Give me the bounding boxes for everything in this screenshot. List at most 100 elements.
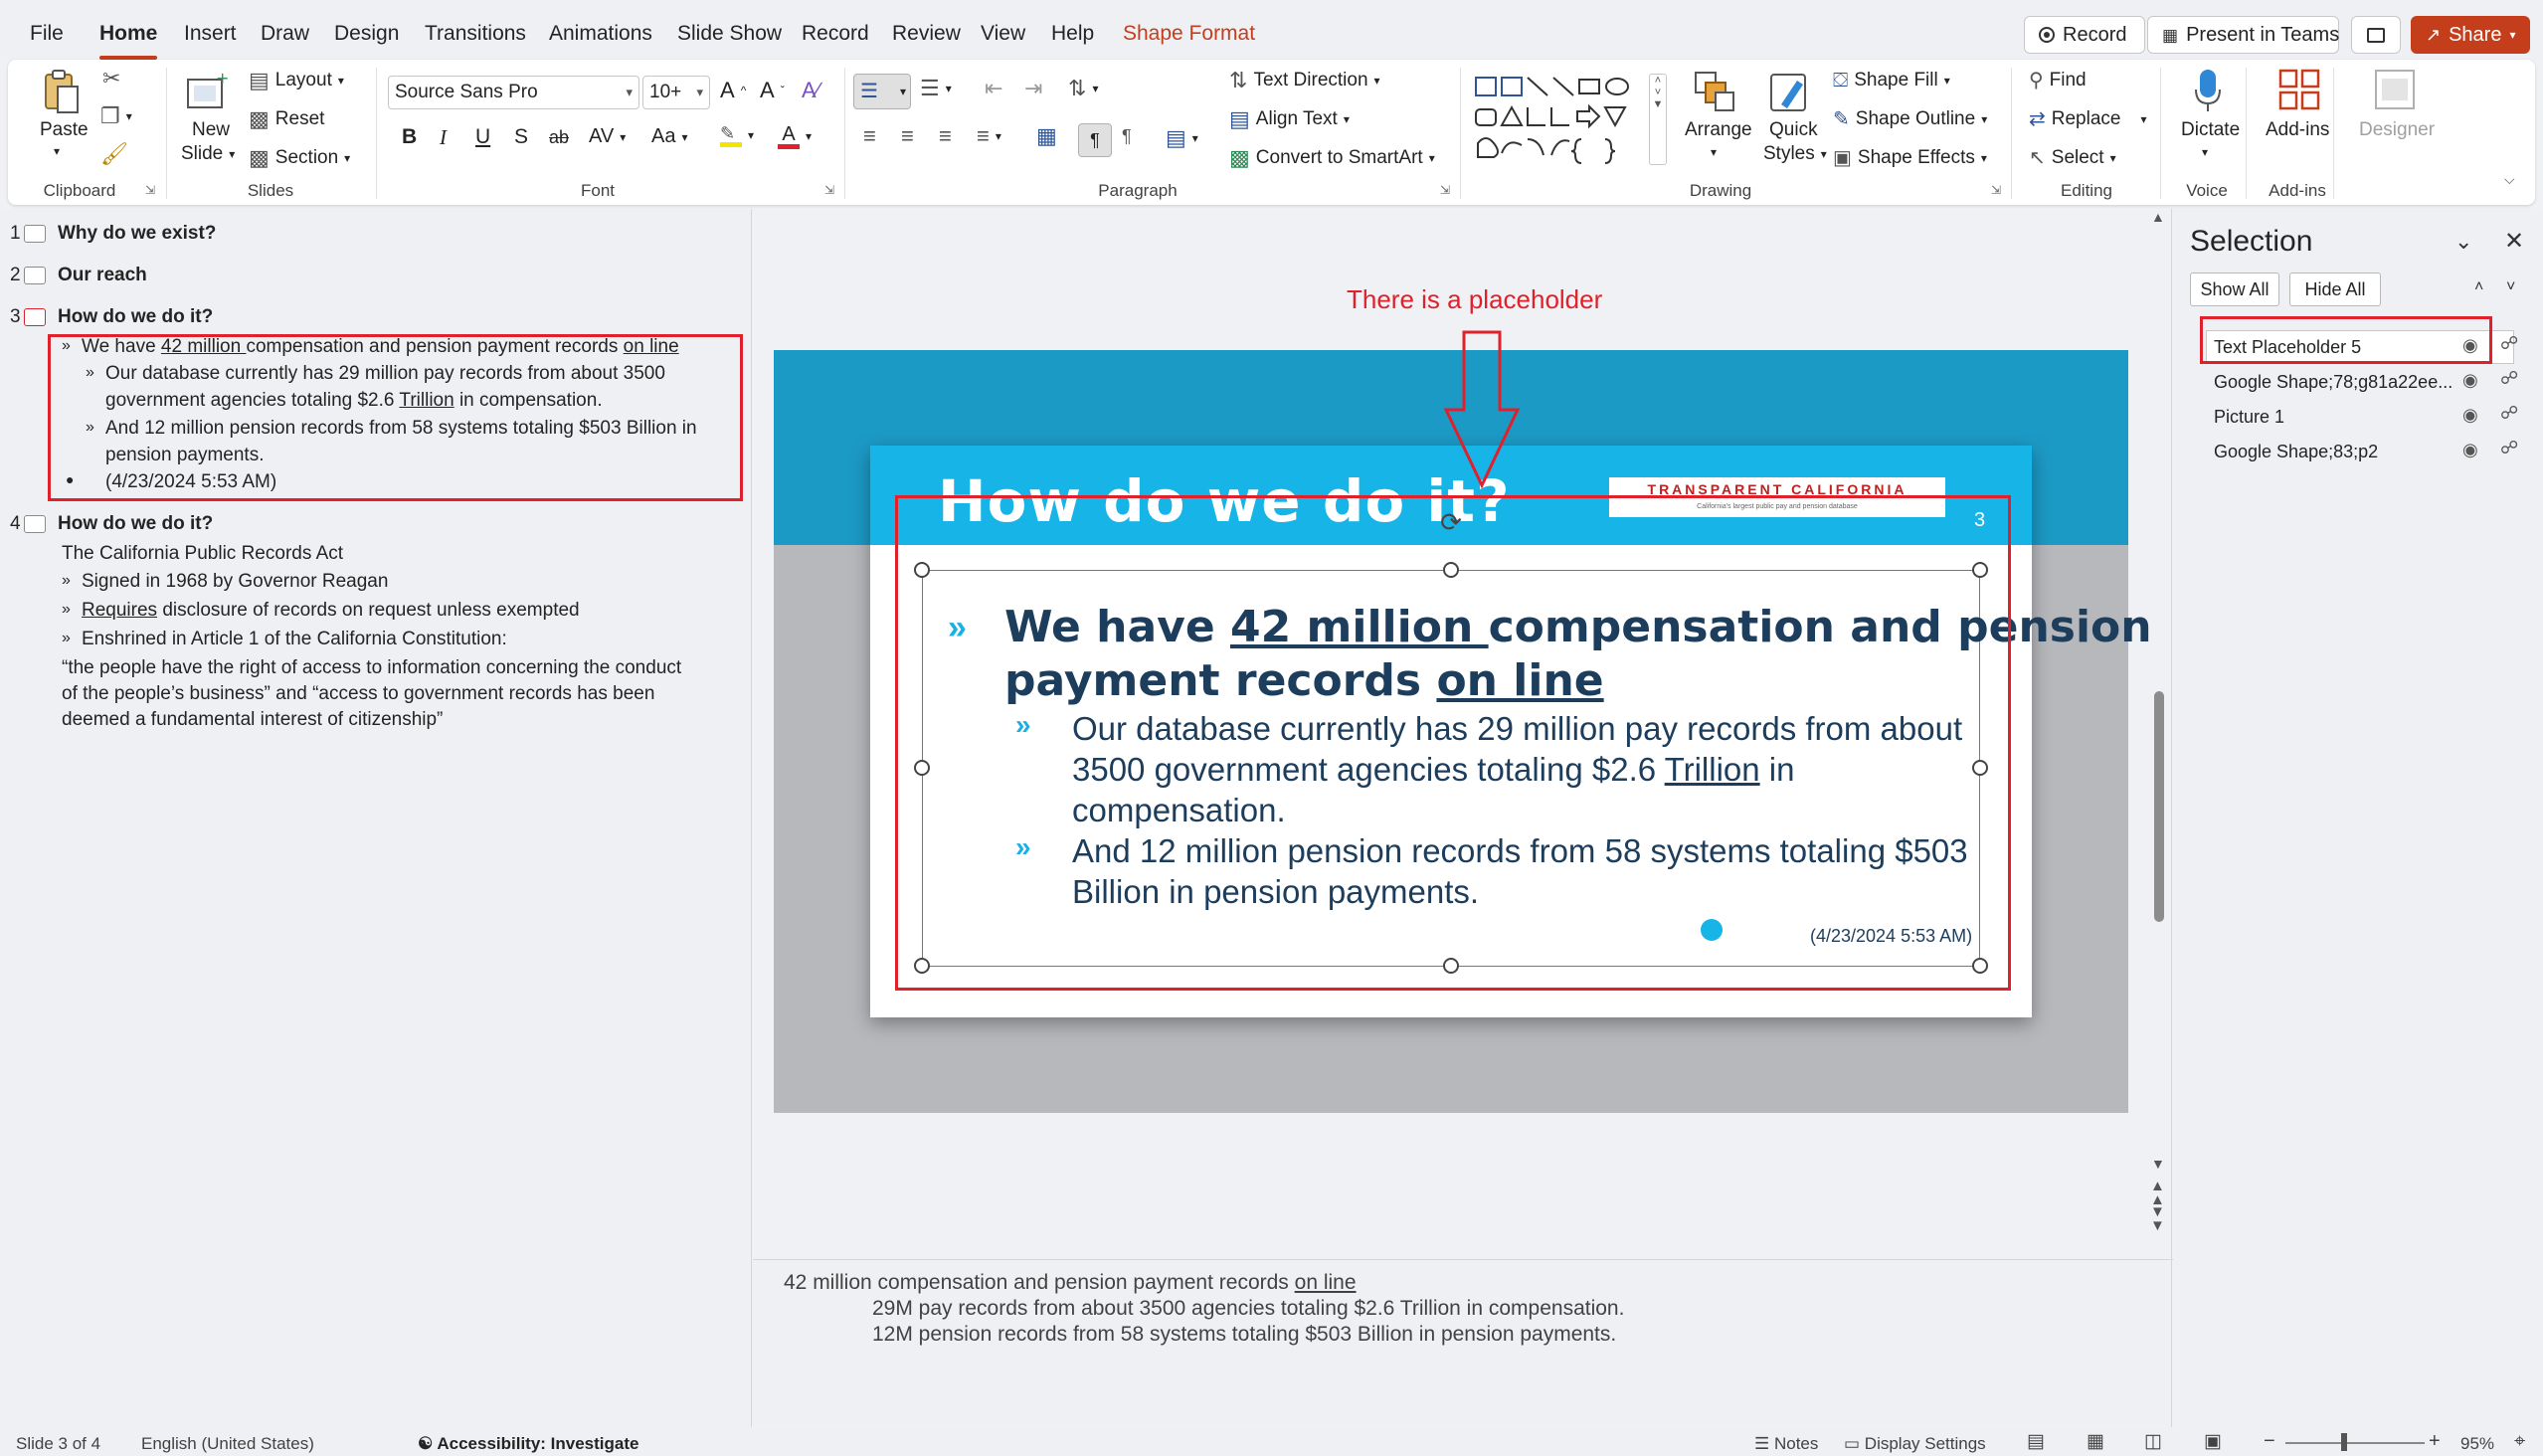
italic-button[interactable]: I xyxy=(440,125,447,150)
menu-record[interactable]: Record xyxy=(802,22,869,46)
character-spacing-button[interactable]: AV ▾ xyxy=(589,125,626,148)
quick-styles-icon[interactable] xyxy=(1766,68,1814,117)
replace-button[interactable]: ⇄ Replace ▾ xyxy=(2029,108,2147,130)
highlight-color-button[interactable]: ✎ ▾ xyxy=(720,123,754,147)
convert-smartart-button[interactable]: ▩ Convert to SmartArt ▾ xyxy=(1229,147,1435,169)
shrink-font-icon[interactable]: Aˇ xyxy=(760,78,785,103)
change-case-button[interactable]: Aa ▾ xyxy=(651,125,688,148)
unlock-icon[interactable]: ☍ xyxy=(2500,333,2518,354)
status-slide-count[interactable]: Slide 3 of 4 xyxy=(16,1434,100,1454)
paste-chevron-icon[interactable]: ▾ xyxy=(54,144,60,158)
pane-divider[interactable] xyxy=(2171,209,2172,1427)
slide-thumb-icon[interactable] xyxy=(24,225,46,243)
scroll-up-icon[interactable]: ▲ xyxy=(2151,209,2165,225)
rtl-direction-icon[interactable]: ¶ xyxy=(1122,127,1132,145)
outline-slide-title[interactable]: Why do we exist? xyxy=(58,223,216,245)
menu-view[interactable]: View xyxy=(981,22,1025,46)
paste-label[interactable]: Paste xyxy=(40,119,89,141)
menu-help[interactable]: Help xyxy=(1051,22,1094,46)
justify-button[interactable]: ≡ ▾ xyxy=(977,125,1001,147)
menu-insert[interactable]: Insert xyxy=(184,22,237,46)
share-button[interactable]: ↗ Share ▾ xyxy=(2411,16,2530,54)
selection-item-label[interactable]: Picture 1 xyxy=(2214,407,2284,428)
fit-to-window-icon[interactable]: ⌖ xyxy=(2514,1430,2525,1453)
find-button[interactable]: ⚲ Find xyxy=(2029,70,2087,91)
clipboard-launcher-icon[interactable]: ⇲ xyxy=(145,183,155,197)
scroll-down-icon[interactable]: ▼ xyxy=(2151,1156,2165,1172)
align-text-button[interactable]: ▤ Align Text ▾ xyxy=(1229,108,1350,130)
status-accessibility[interactable]: ☯ Accessibility: Investigate xyxy=(418,1434,638,1454)
outline-slide4-quote-3[interactable]: deemed a fundamental interest of citizen… xyxy=(62,709,443,731)
selection-item-label[interactable]: Google Shape;78;g81a22ee... xyxy=(2214,372,2452,393)
menu-animations[interactable]: Animations xyxy=(549,22,652,46)
new-slide-label-1[interactable]: New xyxy=(192,119,230,141)
font-size-select[interactable]: 10+ ▾ xyxy=(642,76,710,109)
ltr-direction-icon[interactable]: ¶ xyxy=(1078,123,1112,157)
grow-font-icon[interactable]: A ^ xyxy=(720,78,746,103)
slide-scrollbar-thumb[interactable] xyxy=(2154,691,2164,922)
note-line-2[interactable]: 29M pay records from about 3500 agencies… xyxy=(872,1297,1624,1321)
show-all-button[interactable]: Show All xyxy=(2190,273,2279,306)
align-right-icon[interactable]: ≡ xyxy=(939,125,952,147)
menu-slide-show[interactable]: Slide Show xyxy=(677,22,782,46)
unlock-icon[interactable]: ☍ xyxy=(2500,438,2518,458)
outline-slide4-b3[interactable]: Enshrined in Article 1 of the California… xyxy=(82,629,507,650)
section-button[interactable]: ▩ Section ▾ xyxy=(249,147,350,169)
pane-divider[interactable] xyxy=(751,209,752,1427)
quick-styles-label-1[interactable]: Quick xyxy=(1769,119,1818,141)
slide-thumb-icon[interactable] xyxy=(24,308,46,326)
outline-slide4-quote-2[interactable]: of the people’s business” and “access to… xyxy=(62,683,654,705)
menu-review[interactable]: Review xyxy=(892,22,961,46)
send-backward-icon[interactable]: ˅ xyxy=(2506,278,2515,296)
chevron-down-icon[interactable]: ▾ xyxy=(1711,145,1717,159)
chevron-down-icon[interactable]: ▾ xyxy=(2202,145,2208,159)
dictate-label[interactable]: Dictate xyxy=(2181,119,2240,141)
normal-view-icon[interactable]: ▤ xyxy=(2027,1430,2045,1453)
paragraph-launcher-icon[interactable]: ⇲ xyxy=(1440,183,1450,197)
outline-slide4-b1[interactable]: Signed in 1968 by Governor Reagan xyxy=(82,571,388,593)
increase-indent-icon[interactable]: ⇥ xyxy=(1024,78,1042,99)
unlock-icon[interactable]: ☍ xyxy=(2500,403,2518,424)
format-painter-icon[interactable]: 🖌 xyxy=(100,143,128,165)
zoom-out-icon[interactable]: − xyxy=(2264,1430,2275,1453)
numbering-button[interactable]: ☰ ▾ xyxy=(920,78,952,99)
designer-label[interactable]: Designer xyxy=(2359,119,2435,141)
zoom-level[interactable]: 95% xyxy=(2460,1434,2494,1454)
layout-button[interactable]: ▤ Layout ▾ xyxy=(249,70,344,91)
arrange-icon[interactable] xyxy=(1693,68,1736,115)
shape-effects-button[interactable]: ▣ Shape Effects ▾ xyxy=(1833,147,1987,169)
clear-formatting-icon[interactable]: A∕ xyxy=(802,78,819,103)
paste-icon[interactable] xyxy=(40,68,84,117)
next-slide-icon[interactable]: ▼ ▼ xyxy=(2150,1204,2165,1233)
display-settings[interactable]: ▭ Display Settings xyxy=(1844,1434,1986,1454)
quick-styles-label-2[interactable]: Styles ▾ xyxy=(1763,143,1827,165)
shapes-gallery-scroll[interactable]: ˄ ˅ ▼ xyxy=(1649,74,1667,165)
new-slide-icon[interactable]: + xyxy=(185,68,229,117)
status-language[interactable]: English (United States) xyxy=(141,1434,314,1454)
reset-button[interactable]: ▩ Reset xyxy=(249,108,324,130)
font-family-select[interactable]: Source Sans Pro ▾ xyxy=(388,76,639,109)
pane-options-chevron-icon[interactable]: ⌄ xyxy=(2454,229,2472,255)
align-center-icon[interactable]: ≡ xyxy=(901,125,914,147)
shape-outline-button[interactable]: ✎ Shape Outline ▾ xyxy=(1833,108,1987,130)
bold-button[interactable]: B xyxy=(402,125,417,149)
shape-fill-button[interactable]: ⛋ Shape Fill ▾ xyxy=(1833,70,1950,91)
arrange-label[interactable]: Arrange xyxy=(1685,119,1752,141)
note-line-1[interactable]: 42 million compensation and pension paym… xyxy=(784,1271,1357,1295)
copy-icon[interactable]: ❐ ▾ xyxy=(100,105,132,127)
menu-draw[interactable]: Draw xyxy=(261,22,309,46)
designer-icon[interactable] xyxy=(2373,68,2417,111)
underline-button[interactable]: U xyxy=(475,125,490,149)
new-slide-label-2[interactable]: Slide ▾ xyxy=(181,143,235,165)
font-launcher-icon[interactable]: ⇲ xyxy=(824,183,834,197)
eye-icon[interactable]: ◉ xyxy=(2462,405,2478,426)
bullets-button[interactable]: ☰ ▾ xyxy=(853,74,911,109)
addins-label[interactable]: Add-ins xyxy=(2266,119,2329,141)
zoom-slider-track[interactable] xyxy=(2285,1442,2425,1444)
selection-item-label[interactable]: Google Shape;83;p2 xyxy=(2214,442,2378,462)
text-direction-button[interactable]: ⇅ Text Direction ▾ xyxy=(1229,70,1380,91)
menu-design[interactable]: Design xyxy=(334,22,399,46)
reading-view-icon[interactable]: ◫ xyxy=(2144,1430,2162,1453)
menu-home[interactable]: Home xyxy=(99,22,158,60)
shadow-button[interactable]: S xyxy=(514,125,528,149)
